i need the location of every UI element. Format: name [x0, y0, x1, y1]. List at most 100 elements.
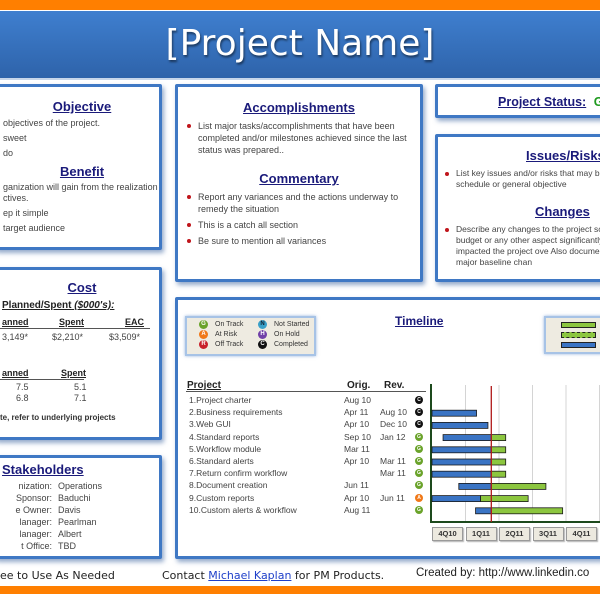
objective-line: sweet: [3, 133, 27, 143]
actual-bar: [431, 446, 492, 454]
legend-bar-revised: [561, 332, 596, 338]
remaining-bar: [490, 507, 564, 515]
quarter-label: 4Q11: [566, 527, 597, 541]
objective-title: Objective: [52, 99, 112, 114]
commentary-item: This is a catch all section: [184, 219, 410, 231]
bar-legend: [544, 316, 600, 354]
contact-link[interactable]: Michael Kaplan: [208, 569, 291, 582]
rev-date: Jan 12: [380, 431, 406, 442]
benefit-title: Benefit: [59, 164, 105, 179]
remaining-bar: [490, 470, 507, 478]
status-legend: G On Track A At Risk R Off Track N Not Start…: [185, 316, 316, 356]
status-dot-icon: R: [199, 340, 208, 349]
timeline-row: 5.Workflow module Mar 11 G: [186, 444, 426, 456]
benefit-line: ganization will gain from the realizatio…: [3, 182, 158, 192]
quarter-label: 1Q11: [465, 527, 497, 541]
status-dot-icon: A: [199, 330, 208, 339]
top-accent-bar: [0, 0, 600, 10]
objective-panel: Objective objectives of the project. swe…: [0, 84, 162, 250]
cost2-header-planned: anned: [2, 368, 29, 378]
status-dot-icon: G: [199, 320, 208, 329]
task-name: 8.Document creation: [189, 480, 268, 491]
orig-date: Sep 10: [344, 431, 371, 442]
status-dot-icon: C: [258, 340, 267, 349]
actual-bar: [458, 483, 492, 490]
task-name: 2.Business requirements: [189, 407, 283, 418]
timeline-row: 3.Web GUI Apr 10 Dec 10 C: [186, 419, 426, 431]
benefit-line: ctives.: [3, 193, 29, 203]
timeline-title: Timeline: [395, 314, 444, 328]
cost-units: ($000's):: [74, 300, 115, 311]
page-title: [Project Name]: [0, 11, 600, 80]
issues-panel: Issues/Risks List key issues and/or risk…: [435, 134, 600, 282]
remaining-bar: [490, 446, 507, 454]
benefit-line: ep it simple: [3, 208, 49, 218]
task-name: 1.Project charter: [189, 395, 252, 405]
commentary-item: Report any variances and the actions und…: [184, 191, 410, 215]
orig-date: Mar 11: [344, 443, 370, 454]
timeline-row: 8.Document creation Jun 11 G: [186, 480, 426, 492]
orig-date: Apr 10: [344, 492, 370, 503]
footer-created-by: Created by: http://www.linkedin.co: [416, 567, 590, 579]
gantt-chart: [430, 384, 600, 523]
rev-date: Dec 10: [380, 419, 407, 430]
header-project: Project: [187, 380, 221, 391]
actual-bar: [431, 458, 492, 466]
footer-contact: Contact Michael Kaplan for PM Products.: [162, 569, 385, 582]
task-name: 5.Workflow module: [189, 443, 262, 454]
legend-bar-actual: [561, 342, 596, 348]
accomplishment-item: List major tasks/accomplishments that ha…: [184, 120, 410, 156]
rev-date: Mar 11: [380, 456, 406, 466]
changes-title: Changes: [535, 204, 590, 219]
cost-planned-value: 3,149*: [2, 332, 29, 342]
timeline-table: Project Orig. Rev. 1.Project charter Aug …: [186, 380, 426, 530]
cost2-planned: 6.8: [16, 393, 29, 403]
stakeholder-row: e Owner: Davis: [15, 505, 81, 515]
accomplishments-panel: Accomplishments List major tasks/accompl…: [175, 84, 423, 282]
header-orig: Orig.: [347, 380, 371, 391]
bottom-accent-bar: [0, 586, 600, 594]
orig-date: Aug 11: [344, 504, 371, 515]
stakeholders-title: Stakeholders: [2, 462, 84, 477]
header-rev: Rev.: [384, 380, 405, 391]
cost-eac-value: $3,509*: [109, 332, 141, 342]
legend-completed: C Completed: [258, 340, 308, 349]
timeline-row: 2.Business requirements Apr 11 Aug 10 C: [186, 407, 426, 419]
cost-subtitle: Planned/Spent: [2, 300, 72, 311]
timeline-row: 10.Custom alerts & workflow Aug 11 G: [186, 505, 426, 517]
timeline-row: 9.Custom reports Apr 10 Jun 11 A: [186, 493, 426, 505]
benefit-line: target audience: [3, 223, 66, 233]
task-name: 3.Web GUI: [189, 419, 231, 430]
cost-table-2: anned Spent 7.5 5.1 6.8 7.1: [0, 368, 159, 418]
task-name: 7.Return confirm workflow: [189, 468, 288, 479]
orig-date: Apr 10: [344, 456, 370, 466]
remaining-bar: [480, 495, 529, 502]
footer-usage-text: ee to Use As Needed: [0, 569, 115, 582]
task-name: 9.Custom reports: [189, 492, 255, 503]
task-name: 4.Standard reports: [189, 431, 260, 442]
quarter-label: 3Q11: [532, 527, 564, 541]
legend-off-track: R Off Track: [199, 340, 243, 349]
actual-bar: [431, 409, 477, 417]
orig-date: Apr 10: [344, 419, 370, 430]
timeline-row: 6.Standard alerts Apr 10 Mar 11 G: [186, 456, 426, 468]
rev-date: Jun 11: [380, 492, 405, 503]
legend-on-track: G On Track: [199, 320, 243, 329]
rev-date: Mar 11: [380, 468, 406, 479]
stakeholder-row: Sponsor: Baduchi: [15, 493, 91, 503]
legend-on-hold: H On Hold: [258, 330, 300, 339]
remaining-bar: [490, 483, 547, 490]
timeline-row: 1.Project charter Aug 10 C: [186, 395, 426, 407]
cost-header-eac: EAC: [125, 317, 145, 327]
issues-title: Issues/Risks: [526, 148, 600, 163]
cost2-spent: 5.1: [74, 382, 87, 392]
task-name: 10.Custom alerts & workflow: [189, 504, 297, 515]
project-status-label: Project Status:: [498, 95, 587, 109]
timeline-row: 4.Standard reports Sep 10 Jan 12 G: [186, 432, 426, 444]
cost-title: Cost: [67, 280, 97, 295]
cost-spent-value: $2,210*: [52, 332, 84, 342]
remaining-bar: [490, 434, 507, 441]
actual-bar: [442, 434, 492, 441]
cost2-header-spent: Spent: [61, 368, 87, 378]
legend-bar-planned: [561, 322, 596, 328]
